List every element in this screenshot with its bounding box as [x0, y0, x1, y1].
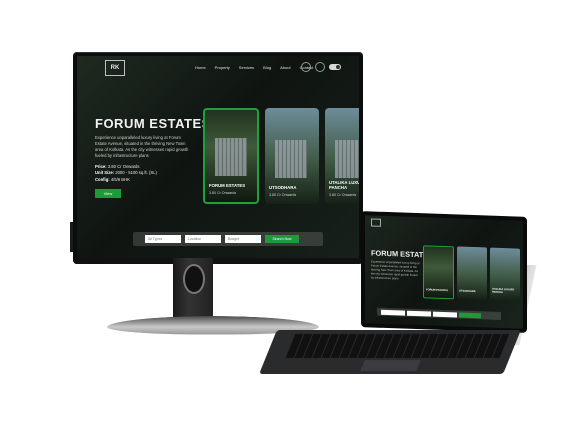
tablet-card-title: UTSODHARA: [459, 289, 476, 294]
trackpad: [360, 360, 421, 371]
hero-title: FORUM ESTATES: [95, 116, 211, 131]
monitor-chin: [73, 258, 363, 264]
tablet-cards: FORUM ESTATES UTSODHARA UTALIKA LUXURY P…: [423, 245, 520, 301]
unit-label: Unit Size:: [95, 170, 115, 176]
unit-value: 2000 - 5100 sq.ft. (SL): [115, 170, 157, 176]
property-cards: FORUM ESTATES 3.80 Cr Onwards UTSODHARA …: [203, 108, 359, 204]
tablet-device: FORUM ESTATES Experience unparalleled lu…: [361, 211, 527, 333]
nav-services[interactable]: Services: [239, 65, 254, 70]
property-card[interactable]: UTSODHARA 3.80 Cr Onwards: [265, 108, 319, 204]
monitor-screen: RK Home Property Services Blog About Con…: [77, 56, 359, 258]
theme-toggle[interactable]: [329, 64, 341, 70]
tablet-card-title: FORUM ESTATES: [426, 288, 448, 293]
tablet-search-button[interactable]: [459, 312, 481, 318]
building-image: [335, 140, 359, 178]
site-header: RK Home Property Services Blog About Con…: [77, 56, 359, 80]
tablet-field[interactable]: [407, 310, 431, 317]
card-price: 3.80 Cr Onwards: [269, 193, 297, 197]
search-bar: All Types Location Budget Search Now: [133, 232, 323, 246]
main-nav: Home Property Services Blog About Contac…: [195, 65, 313, 70]
header-actions: [301, 62, 341, 72]
cart-icon[interactable]: [315, 62, 325, 72]
location-field[interactable]: Location: [185, 235, 221, 243]
keyboard: [259, 330, 521, 374]
tablet-search-bar: [377, 307, 501, 320]
config-label: Config:: [95, 176, 110, 182]
tablet-field[interactable]: [433, 311, 457, 317]
type-select[interactable]: All Types: [145, 235, 181, 243]
card-title: UTSODHARA: [269, 185, 297, 190]
tablet-card[interactable]: FORUM ESTATES: [423, 245, 454, 300]
desktop-monitor: RK Home Property Services Blog About Con…: [70, 52, 363, 264]
building-image: [215, 138, 247, 176]
building-image: [275, 140, 307, 178]
card-price: 3.80 Cr Onwards: [329, 193, 357, 197]
keys: [285, 334, 510, 358]
budget-field[interactable]: Budget: [225, 235, 261, 243]
view-button[interactable]: View: [95, 189, 121, 198]
price-value: 3.80 Cr Onwards: [107, 164, 140, 169]
heart-icon[interactable]: [301, 62, 311, 72]
nav-property[interactable]: Property: [215, 65, 230, 70]
tablet-card[interactable]: UTSODHARA: [457, 246, 487, 300]
tablet-field[interactable]: [381, 309, 405, 316]
tablet-screen: FORUM ESTATES Experience unparalleled lu…: [365, 215, 523, 329]
hero-meta: Price: 3.80 Cr Onwards Unit Size: 2000 -…: [95, 164, 157, 183]
card-price: 3.80 Cr Onwards: [209, 191, 237, 195]
tablet-card-title: UTALIKA LUXURY PANCHA: [492, 287, 515, 295]
tablet-logo: [371, 218, 381, 227]
nav-about[interactable]: About: [280, 65, 290, 70]
tablet-hero-description: Experience unparalleled luxury living at…: [371, 259, 420, 281]
card-title: FORUM ESTATES: [209, 183, 246, 188]
property-card[interactable]: FORUM ESTATES 3.80 Cr Onwards: [203, 108, 259, 204]
card-title: UTALIKA LUXURY PANCHA: [329, 180, 359, 190]
hero-description: Experience unparalleled luxury living at…: [95, 135, 189, 158]
nav-blog[interactable]: Blog: [263, 65, 271, 70]
monitor-buttons: [70, 222, 73, 252]
price-label: Price:: [95, 164, 107, 169]
tablet-card[interactable]: UTALIKA LUXURY PANCHA: [490, 247, 520, 301]
cable-hole: [183, 264, 205, 294]
config-value: 4/5/6 BHK: [110, 176, 130, 182]
nav-home[interactable]: Home: [195, 65, 206, 70]
site-logo[interactable]: RK: [105, 60, 125, 76]
search-button[interactable]: Search Now: [265, 235, 299, 243]
property-card[interactable]: UTALIKA LUXURY PANCHA 3.80 Cr Onwards: [325, 108, 359, 204]
